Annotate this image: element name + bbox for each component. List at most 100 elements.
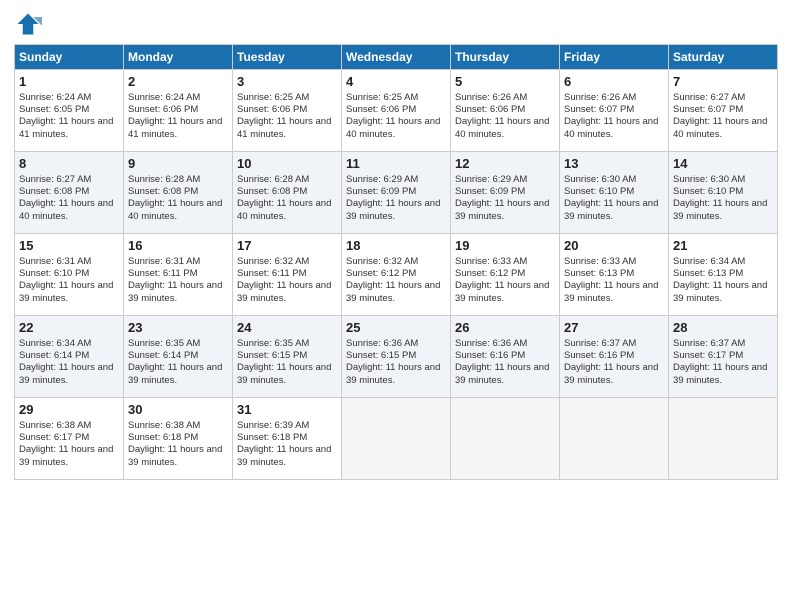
col-header-tuesday: Tuesday bbox=[233, 45, 342, 70]
day-cell: 21Sunrise: 6:34 AMSunset: 6:13 PMDayligh… bbox=[669, 234, 778, 316]
day-number: 30 bbox=[128, 401, 228, 419]
day-number: 7 bbox=[673, 73, 773, 91]
day-cell: 7Sunrise: 6:27 AMSunset: 6:07 PMDaylight… bbox=[669, 70, 778, 152]
day-number: 9 bbox=[128, 155, 228, 173]
logo bbox=[14, 10, 46, 38]
day-cell: 25Sunrise: 6:36 AMSunset: 6:15 PMDayligh… bbox=[342, 316, 451, 398]
day-number: 4 bbox=[346, 73, 446, 91]
col-header-sunday: Sunday bbox=[15, 45, 124, 70]
day-cell: 16Sunrise: 6:31 AMSunset: 6:11 PMDayligh… bbox=[124, 234, 233, 316]
day-cell: 24Sunrise: 6:35 AMSunset: 6:15 PMDayligh… bbox=[233, 316, 342, 398]
day-cell: 13Sunrise: 6:30 AMSunset: 6:10 PMDayligh… bbox=[560, 152, 669, 234]
day-number: 20 bbox=[564, 237, 664, 255]
day-cell: 5Sunrise: 6:26 AMSunset: 6:06 PMDaylight… bbox=[451, 70, 560, 152]
calendar-header-row: SundayMondayTuesdayWednesdayThursdayFrid… bbox=[15, 45, 778, 70]
day-info: Sunrise: 6:24 AMSunset: 6:05 PMDaylight:… bbox=[19, 92, 119, 141]
day-info: Sunrise: 6:32 AMSunset: 6:12 PMDaylight:… bbox=[346, 256, 446, 305]
day-cell: 26Sunrise: 6:36 AMSunset: 6:16 PMDayligh… bbox=[451, 316, 560, 398]
day-cell: 4Sunrise: 6:25 AMSunset: 6:06 PMDaylight… bbox=[342, 70, 451, 152]
day-info: Sunrise: 6:37 AMSunset: 6:17 PMDaylight:… bbox=[673, 338, 773, 387]
col-header-monday: Monday bbox=[124, 45, 233, 70]
calendar-table: SundayMondayTuesdayWednesdayThursdayFrid… bbox=[14, 44, 778, 480]
day-number: 3 bbox=[237, 73, 337, 91]
day-number: 6 bbox=[564, 73, 664, 91]
col-header-wednesday: Wednesday bbox=[342, 45, 451, 70]
day-info: Sunrise: 6:27 AMSunset: 6:08 PMDaylight:… bbox=[19, 174, 119, 223]
day-info: Sunrise: 6:28 AMSunset: 6:08 PMDaylight:… bbox=[237, 174, 337, 223]
week-row-3: 15Sunrise: 6:31 AMSunset: 6:10 PMDayligh… bbox=[15, 234, 778, 316]
day-number: 24 bbox=[237, 319, 337, 337]
day-cell: 17Sunrise: 6:32 AMSunset: 6:11 PMDayligh… bbox=[233, 234, 342, 316]
day-number: 22 bbox=[19, 319, 119, 337]
day-number: 28 bbox=[673, 319, 773, 337]
day-cell: 10Sunrise: 6:28 AMSunset: 6:08 PMDayligh… bbox=[233, 152, 342, 234]
day-info: Sunrise: 6:36 AMSunset: 6:16 PMDaylight:… bbox=[455, 338, 555, 387]
day-info: Sunrise: 6:38 AMSunset: 6:17 PMDaylight:… bbox=[19, 420, 119, 469]
day-cell: 3Sunrise: 6:25 AMSunset: 6:06 PMDaylight… bbox=[233, 70, 342, 152]
day-cell: 19Sunrise: 6:33 AMSunset: 6:12 PMDayligh… bbox=[451, 234, 560, 316]
day-cell: 30Sunrise: 6:38 AMSunset: 6:18 PMDayligh… bbox=[124, 398, 233, 480]
day-cell: 15Sunrise: 6:31 AMSunset: 6:10 PMDayligh… bbox=[15, 234, 124, 316]
day-info: Sunrise: 6:33 AMSunset: 6:12 PMDaylight:… bbox=[455, 256, 555, 305]
day-info: Sunrise: 6:31 AMSunset: 6:10 PMDaylight:… bbox=[19, 256, 119, 305]
day-info: Sunrise: 6:28 AMSunset: 6:08 PMDaylight:… bbox=[128, 174, 228, 223]
day-number: 12 bbox=[455, 155, 555, 173]
day-cell: 31Sunrise: 6:39 AMSunset: 6:18 PMDayligh… bbox=[233, 398, 342, 480]
day-number: 26 bbox=[455, 319, 555, 337]
week-row-1: 1Sunrise: 6:24 AMSunset: 6:05 PMDaylight… bbox=[15, 70, 778, 152]
day-cell bbox=[342, 398, 451, 480]
day-number: 17 bbox=[237, 237, 337, 255]
header bbox=[14, 10, 778, 38]
day-info: Sunrise: 6:29 AMSunset: 6:09 PMDaylight:… bbox=[346, 174, 446, 223]
day-cell: 8Sunrise: 6:27 AMSunset: 6:08 PMDaylight… bbox=[15, 152, 124, 234]
day-cell bbox=[669, 398, 778, 480]
col-header-thursday: Thursday bbox=[451, 45, 560, 70]
day-info: Sunrise: 6:26 AMSunset: 6:07 PMDaylight:… bbox=[564, 92, 664, 141]
day-number: 11 bbox=[346, 155, 446, 173]
day-number: 13 bbox=[564, 155, 664, 173]
day-info: Sunrise: 6:24 AMSunset: 6:06 PMDaylight:… bbox=[128, 92, 228, 141]
day-cell: 12Sunrise: 6:29 AMSunset: 6:09 PMDayligh… bbox=[451, 152, 560, 234]
day-info: Sunrise: 6:27 AMSunset: 6:07 PMDaylight:… bbox=[673, 92, 773, 141]
day-info: Sunrise: 6:26 AMSunset: 6:06 PMDaylight:… bbox=[455, 92, 555, 141]
day-cell: 6Sunrise: 6:26 AMSunset: 6:07 PMDaylight… bbox=[560, 70, 669, 152]
day-cell: 22Sunrise: 6:34 AMSunset: 6:14 PMDayligh… bbox=[15, 316, 124, 398]
week-row-4: 22Sunrise: 6:34 AMSunset: 6:14 PMDayligh… bbox=[15, 316, 778, 398]
day-cell: 28Sunrise: 6:37 AMSunset: 6:17 PMDayligh… bbox=[669, 316, 778, 398]
day-info: Sunrise: 6:30 AMSunset: 6:10 PMDaylight:… bbox=[673, 174, 773, 223]
day-info: Sunrise: 6:30 AMSunset: 6:10 PMDaylight:… bbox=[564, 174, 664, 223]
day-number: 15 bbox=[19, 237, 119, 255]
day-info: Sunrise: 6:33 AMSunset: 6:13 PMDaylight:… bbox=[564, 256, 664, 305]
col-header-friday: Friday bbox=[560, 45, 669, 70]
day-number: 1 bbox=[19, 73, 119, 91]
day-number: 27 bbox=[564, 319, 664, 337]
day-number: 5 bbox=[455, 73, 555, 91]
day-info: Sunrise: 6:34 AMSunset: 6:14 PMDaylight:… bbox=[19, 338, 119, 387]
day-number: 23 bbox=[128, 319, 228, 337]
week-row-5: 29Sunrise: 6:38 AMSunset: 6:17 PMDayligh… bbox=[15, 398, 778, 480]
day-cell: 2Sunrise: 6:24 AMSunset: 6:06 PMDaylight… bbox=[124, 70, 233, 152]
day-cell: 29Sunrise: 6:38 AMSunset: 6:17 PMDayligh… bbox=[15, 398, 124, 480]
page: SundayMondayTuesdayWednesdayThursdayFrid… bbox=[0, 0, 792, 612]
day-number: 21 bbox=[673, 237, 773, 255]
day-info: Sunrise: 6:29 AMSunset: 6:09 PMDaylight:… bbox=[455, 174, 555, 223]
day-info: Sunrise: 6:39 AMSunset: 6:18 PMDaylight:… bbox=[237, 420, 337, 469]
day-info: Sunrise: 6:36 AMSunset: 6:15 PMDaylight:… bbox=[346, 338, 446, 387]
day-cell: 11Sunrise: 6:29 AMSunset: 6:09 PMDayligh… bbox=[342, 152, 451, 234]
day-number: 18 bbox=[346, 237, 446, 255]
day-number: 14 bbox=[673, 155, 773, 173]
day-number: 10 bbox=[237, 155, 337, 173]
day-info: Sunrise: 6:34 AMSunset: 6:13 PMDaylight:… bbox=[673, 256, 773, 305]
day-info: Sunrise: 6:25 AMSunset: 6:06 PMDaylight:… bbox=[237, 92, 337, 141]
col-header-saturday: Saturday bbox=[669, 45, 778, 70]
day-cell bbox=[560, 398, 669, 480]
day-cell: 14Sunrise: 6:30 AMSunset: 6:10 PMDayligh… bbox=[669, 152, 778, 234]
day-cell bbox=[451, 398, 560, 480]
day-cell: 18Sunrise: 6:32 AMSunset: 6:12 PMDayligh… bbox=[342, 234, 451, 316]
day-number: 19 bbox=[455, 237, 555, 255]
day-number: 8 bbox=[19, 155, 119, 173]
day-cell: 20Sunrise: 6:33 AMSunset: 6:13 PMDayligh… bbox=[560, 234, 669, 316]
day-info: Sunrise: 6:37 AMSunset: 6:16 PMDaylight:… bbox=[564, 338, 664, 387]
day-info: Sunrise: 6:25 AMSunset: 6:06 PMDaylight:… bbox=[346, 92, 446, 141]
day-cell: 27Sunrise: 6:37 AMSunset: 6:16 PMDayligh… bbox=[560, 316, 669, 398]
